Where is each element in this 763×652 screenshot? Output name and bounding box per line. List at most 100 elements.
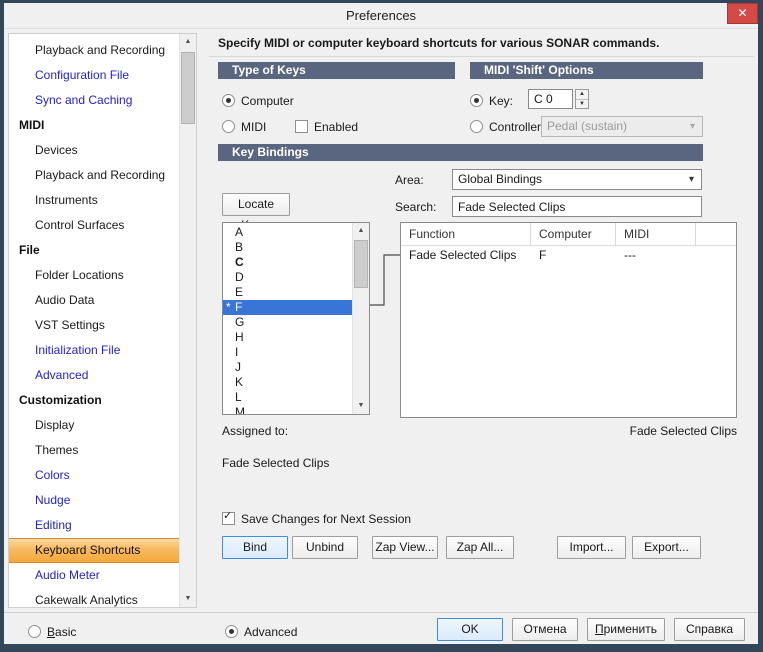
zap-view-button[interactable]: Zap View... [372,536,438,559]
sidebar-item-advanced[interactable]: Advanced [9,363,179,388]
instruction-divider [209,56,754,57]
controller-radio-label: Controller: [489,119,545,134]
key-list-item[interactable]: A [223,225,352,240]
search-input[interactable] [452,196,702,217]
zap-all-button[interactable]: Zap All... [446,536,514,559]
chevron-down-icon[interactable]: ▾ [684,170,699,189]
key-radio[interactable] [470,94,483,107]
basic-radio[interactable] [28,625,41,638]
sidebar-item-instruments[interactable]: Instruments [9,188,179,213]
key-list-item[interactable]: H [223,330,352,345]
search-label: Search: [395,200,437,214]
area-select[interactable]: Global Bindings ▾ [452,169,702,190]
scroll-down-icon[interactable]: ▼ [180,591,196,607]
basic-radio-label: Basic [47,624,77,639]
export-button[interactable]: Export... [632,536,701,559]
save-changes-row: ✓ Save Changes for Next Session [222,510,411,526]
spin-down-icon[interactable]: ▼ [576,100,588,109]
key-list-scrollbar[interactable]: ▲ ▼ [352,223,369,414]
cancel-button[interactable]: Отмена [512,618,578,641]
advanced-radio[interactable] [225,625,238,638]
window-title: Preferences [345,8,417,23]
sidebar-item-configuration-file[interactable]: Configuration File [9,63,179,88]
sidebar-section-file: File [19,243,40,257]
sidebar-item-playback-and-recording-midi[interactable]: Playback and Recording [9,163,179,188]
sidebar-item-vst-settings[interactable]: VST Settings [9,313,179,338]
key-list-item[interactable]: L [223,390,352,405]
key-list-item[interactable]: G [223,315,352,330]
scroll-down-icon[interactable]: ▼ [353,398,369,414]
sidebar-items: Playback and Recording Configuration Fil… [9,38,179,613]
controller-select-value: Pedal (sustain) [547,119,628,133]
sidebar-item-devices[interactable]: Devices [9,138,179,163]
sidebar-item-display[interactable]: Display [9,413,179,438]
key-list-item[interactable]: J [223,360,352,375]
sidebar-item-themes[interactable]: Themes [9,438,179,463]
advanced-radio-row: Advanced [225,624,297,639]
key-list-item[interactable]: K [223,375,352,390]
ok-button[interactable]: OK [437,618,503,641]
instruction-text: Specify MIDI or computer keyboard shortc… [218,36,660,50]
spin-up-icon[interactable]: ▲ [576,90,588,100]
key-list-item-selected[interactable]: * F [223,300,352,315]
bindings-table-header: Function Computer MIDI [401,223,736,246]
sidebar-item-nudge[interactable]: Nudge [9,488,179,513]
chevron-down-icon: ▾ [689,121,696,132]
unbind-button[interactable]: Unbind [292,536,358,559]
key-list-item[interactable]: C [223,255,352,270]
sidebar-item-audio-data[interactable]: Audio Data [9,288,179,313]
sidebar-item-folder-locations[interactable]: Folder Locations [9,263,179,288]
column-header-function: Function [401,223,531,245]
column-header-midi: MIDI [616,223,696,245]
controller-radio-row: Controller: [470,119,544,134]
midi-radio-label: MIDI [241,119,267,134]
key-list-item[interactable]: M [223,405,352,414]
midi-radio[interactable] [222,120,235,133]
bindings-table: Function Computer MIDI Fade Selected Cli… [400,222,737,418]
footer-divider [4,612,758,613]
import-button[interactable]: Import... [557,536,626,559]
sidebar-item-playback-and-recording-audio[interactable]: Playback and Recording [9,38,179,63]
close-button[interactable]: ✕ [727,3,758,24]
cell-midi: --- [624,248,636,262]
table-row[interactable]: Fade Selected Clips F --- [401,245,736,265]
enabled-checkbox[interactable] [295,120,308,133]
sidebar-item-colors[interactable]: Colors [9,463,179,488]
help-button[interactable]: Справка [674,618,745,641]
computer-radio[interactable] [222,94,235,107]
sidebar-item-cakewalk-analytics[interactable]: Cakewalk Analytics [9,588,179,613]
key-list-items: A B C D E * F G H I J K L M [223,225,352,414]
key-list-scrollbar-thumb[interactable] [354,240,368,288]
sidebar-scrollbar[interactable]: ▲ ▼ [179,34,196,607]
controller-radio[interactable] [470,120,483,133]
key-list-item[interactable]: I [223,345,352,360]
sidebar: Playback and Recording Configuration Fil… [8,33,197,608]
bind-button[interactable]: Bind [222,536,288,559]
sidebar-item-editing[interactable]: Editing [9,513,179,538]
key-value-input[interactable] [528,89,573,109]
midi-shift-options-header: MIDI 'Shift' Options [470,62,703,79]
scroll-up-icon[interactable]: ▲ [180,34,196,50]
type-of-keys-header: Type of Keys [218,62,455,79]
key-spinner: ▲ ▼ [575,89,589,109]
key-list-item[interactable]: B [223,240,352,255]
check-icon: ✓ [223,510,233,522]
sidebar-item-keyboard-shortcuts[interactable]: Keyboard Shortcuts [9,538,179,563]
sidebar-item-sync-and-caching[interactable]: Sync and Caching [9,88,179,113]
save-changes-checkbox[interactable]: ✓ [222,510,235,525]
assigned-to-label: Assigned to: [222,424,289,438]
sidebar-item-audio-meter[interactable]: Audio Meter [9,563,179,588]
sidebar-item-initialization-file[interactable]: Initialization File [9,338,179,363]
key-list-item[interactable]: E [223,285,352,300]
scroll-up-icon[interactable]: ▲ [353,223,369,239]
computer-radio-row: Computer [222,93,294,108]
sidebar-section-midi: MIDI [19,118,45,132]
sidebar-scrollbar-thumb[interactable] [181,52,195,124]
apply-button[interactable]: Применить [587,618,665,641]
controller-select: Pedal (sustain) ▾ [541,116,703,137]
title-bar[interactable]: Preferences [4,3,758,29]
locate-key-button[interactable]: Locate Key... [222,193,290,232]
computer-radio-label: Computer [241,93,294,108]
key-list-item[interactable]: D [223,270,352,285]
sidebar-item-control-surfaces[interactable]: Control Surfaces [9,213,179,238]
